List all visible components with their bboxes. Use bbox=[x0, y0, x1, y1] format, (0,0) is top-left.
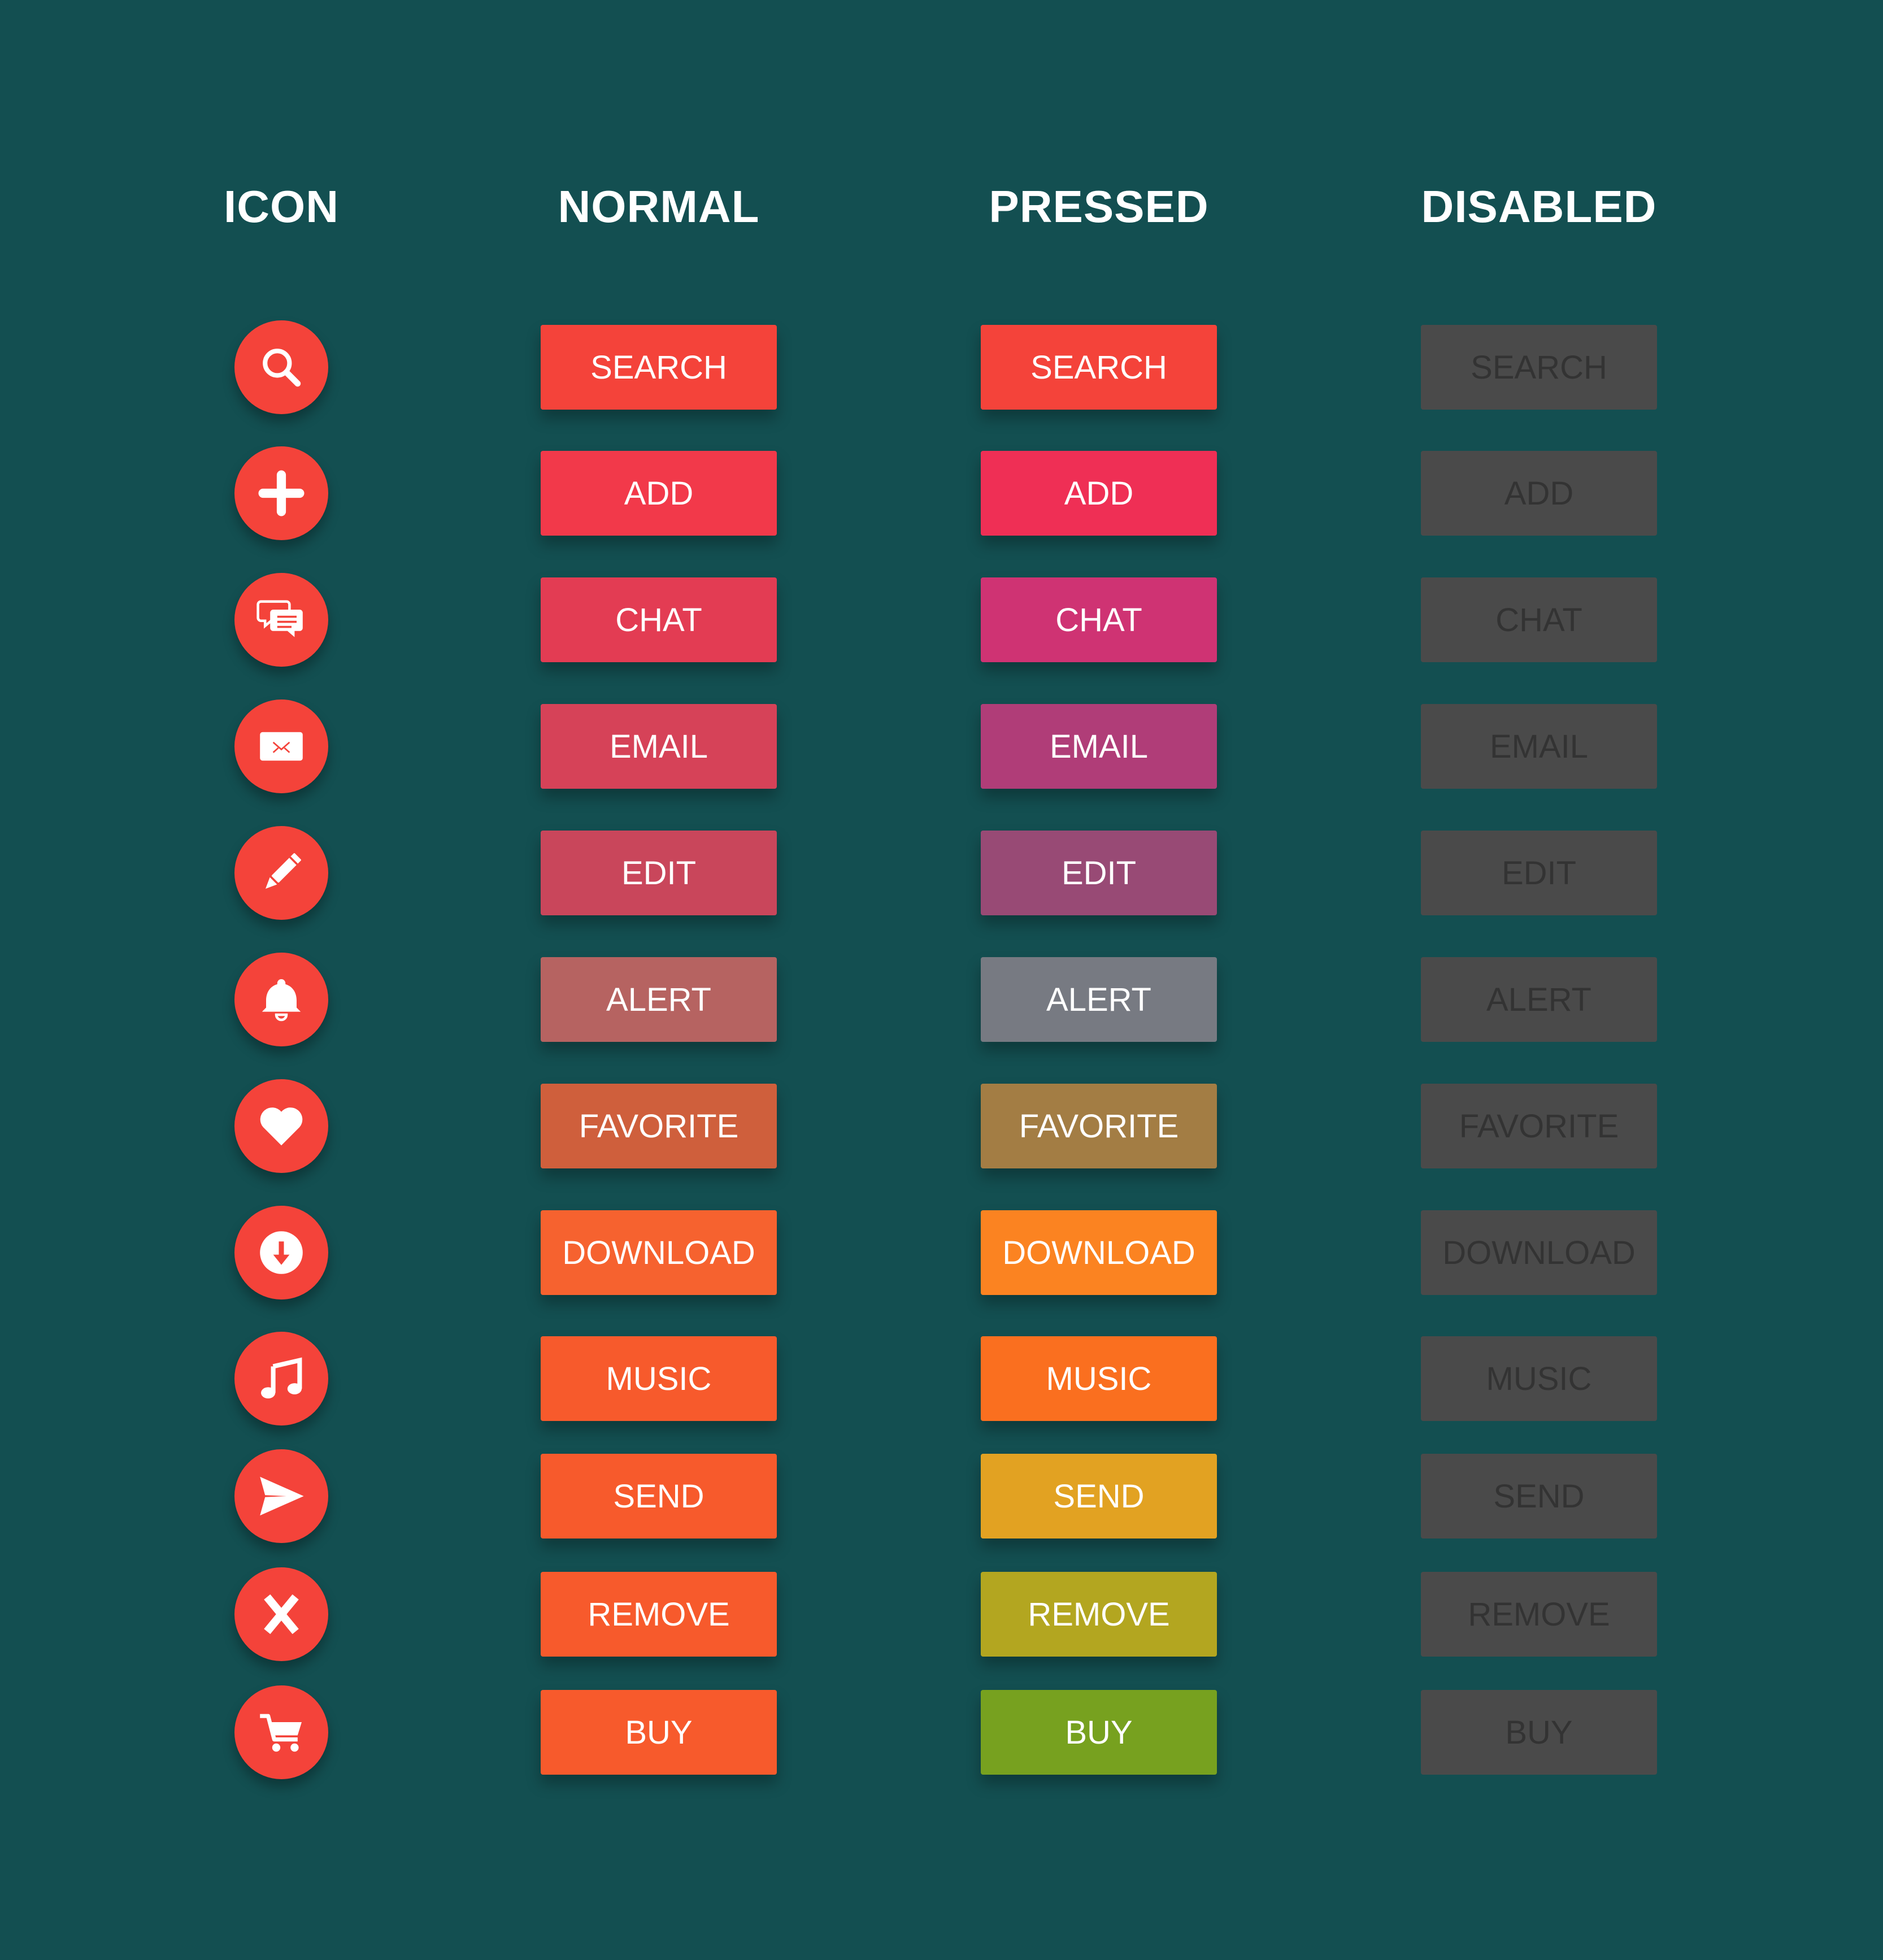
search-icon bbox=[256, 342, 307, 393]
download-icon bbox=[256, 1227, 307, 1278]
music-icon-button[interactable] bbox=[234, 1332, 328, 1426]
send-button-normal[interactable]: SEND bbox=[541, 1454, 777, 1539]
email-button-disabled: EMAIL bbox=[1421, 704, 1657, 789]
envelope-icon bbox=[256, 721, 307, 772]
x-icon-button[interactable] bbox=[234, 1567, 328, 1661]
column-header-disabled: DISABLED bbox=[1421, 181, 1657, 232]
edit-button-pressed[interactable]: EDIT bbox=[981, 831, 1217, 915]
chat-button-pressed[interactable]: CHAT bbox=[981, 577, 1217, 662]
search-icon-button[interactable] bbox=[234, 320, 328, 414]
send-icon-button[interactable] bbox=[234, 1449, 328, 1543]
bell-icon-button[interactable] bbox=[234, 953, 328, 1046]
heart-icon bbox=[256, 1101, 307, 1151]
send-button-disabled: SEND bbox=[1421, 1454, 1657, 1539]
download-button-pressed[interactable]: DOWNLOAD bbox=[981, 1210, 1217, 1295]
buy-button-normal[interactable]: BUY bbox=[541, 1690, 777, 1775]
alert-button-pressed[interactable]: ALERT bbox=[981, 957, 1217, 1042]
cart-icon bbox=[256, 1707, 307, 1758]
search-button-normal[interactable]: SEARCH bbox=[541, 325, 777, 410]
add-button-normal[interactable]: ADD bbox=[541, 451, 777, 536]
chat-icon-button[interactable] bbox=[234, 573, 328, 667]
alert-button-disabled: ALERT bbox=[1421, 957, 1657, 1042]
column-header-icon: ICON bbox=[224, 181, 339, 232]
cart-icon-button[interactable] bbox=[234, 1685, 328, 1779]
pencil-icon bbox=[256, 848, 307, 898]
email-button-pressed[interactable]: EMAIL bbox=[981, 704, 1217, 789]
pencil-icon-button[interactable] bbox=[234, 826, 328, 920]
download-button-disabled: DOWNLOAD bbox=[1421, 1210, 1657, 1295]
remove-button-pressed[interactable]: REMOVE bbox=[981, 1572, 1217, 1657]
remove-button-disabled: REMOVE bbox=[1421, 1572, 1657, 1657]
edit-button-disabled: EDIT bbox=[1421, 831, 1657, 915]
search-button-pressed[interactable]: SEARCH bbox=[981, 325, 1217, 410]
download-button-normal[interactable]: DOWNLOAD bbox=[541, 1210, 777, 1295]
x-icon bbox=[256, 1589, 307, 1640]
send-icon bbox=[256, 1471, 307, 1522]
remove-button-normal[interactable]: REMOVE bbox=[541, 1572, 777, 1657]
plus-icon-button[interactable] bbox=[234, 446, 328, 540]
edit-button-normal[interactable]: EDIT bbox=[541, 831, 777, 915]
download-icon-button[interactable] bbox=[234, 1206, 328, 1300]
alert-button-normal[interactable]: ALERT bbox=[541, 957, 777, 1042]
favorite-button-disabled: FAVORITE bbox=[1421, 1084, 1657, 1168]
add-button-pressed[interactable]: ADD bbox=[981, 451, 1217, 536]
music-button-disabled: MUSIC bbox=[1421, 1336, 1657, 1421]
chat-icon bbox=[256, 594, 307, 645]
column-header-normal: NORMAL bbox=[558, 181, 760, 232]
envelope-icon-button[interactable] bbox=[234, 699, 328, 793]
search-button-disabled: SEARCH bbox=[1421, 325, 1657, 410]
favorite-button-normal[interactable]: FAVORITE bbox=[541, 1084, 777, 1168]
chat-button-normal[interactable]: CHAT bbox=[541, 577, 777, 662]
bell-icon bbox=[256, 974, 307, 1025]
email-button-normal[interactable]: EMAIL bbox=[541, 704, 777, 789]
buy-button-disabled: BUY bbox=[1421, 1690, 1657, 1775]
favorite-button-pressed[interactable]: FAVORITE bbox=[981, 1084, 1217, 1168]
music-button-normal[interactable]: MUSIC bbox=[541, 1336, 777, 1421]
column-header-pressed: PRESSED bbox=[989, 181, 1209, 232]
plus-icon bbox=[256, 468, 307, 519]
heart-icon-button[interactable] bbox=[234, 1079, 328, 1173]
chat-button-disabled: CHAT bbox=[1421, 577, 1657, 662]
buy-button-pressed[interactable]: BUY bbox=[981, 1690, 1217, 1775]
send-button-pressed[interactable]: SEND bbox=[981, 1454, 1217, 1539]
add-button-disabled: ADD bbox=[1421, 451, 1657, 536]
music-button-pressed[interactable]: MUSIC bbox=[981, 1336, 1217, 1421]
music-icon bbox=[256, 1353, 307, 1404]
